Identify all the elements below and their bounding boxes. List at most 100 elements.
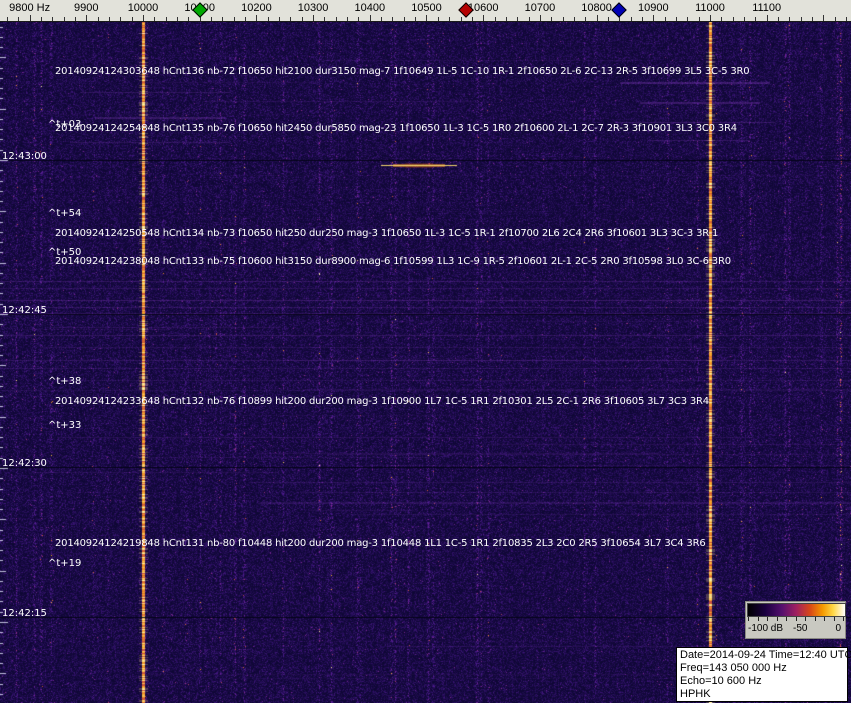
ruler-tick	[211, 17, 213, 21]
ruler-tick	[426, 15, 428, 21]
ruler-frequency-label: 10900	[638, 2, 669, 14]
ruler-tick	[120, 17, 122, 21]
ruler-tick	[29, 15, 31, 21]
ruler-tick	[97, 17, 99, 21]
ruler-frequency-label: 10000	[127, 2, 159, 14]
ruler-tick	[619, 17, 621, 21]
colorbar-tick	[824, 617, 825, 621]
ruler-tick	[585, 17, 587, 21]
info-box: Date=2014-09-24 Time=12:40 UTC Freq=143 …	[676, 647, 851, 702]
info-line-callsign: HPHK	[680, 688, 711, 700]
ruler-tick	[324, 17, 326, 21]
ruler-tick	[494, 17, 496, 21]
ruler-frequency-label: 10400	[354, 2, 386, 14]
ruler-tick	[528, 17, 530, 21]
colorbar-tick	[767, 617, 768, 621]
ruler-tick	[744, 17, 746, 21]
ruler-frequency-label: 11100	[752, 2, 782, 14]
ruler-tick	[460, 17, 462, 21]
ruler-frequency-label: 10800	[581, 2, 612, 14]
ruler-tick	[52, 17, 54, 21]
ruler-tick	[721, 17, 723, 21]
ruler-tick	[245, 17, 247, 21]
colorbar-tick	[748, 617, 749, 621]
info-line-freq: Freq=143 050 000 Hz	[680, 662, 787, 674]
marker-diamond-blue[interactable]	[611, 2, 628, 18]
colorbar-tick	[786, 617, 787, 621]
ruler-tick	[449, 17, 451, 21]
ruler-tick	[358, 17, 360, 21]
ruler-tick	[846, 17, 848, 21]
ruler-tick	[335, 17, 337, 21]
colorbar-label-max: 0	[835, 623, 841, 634]
ruler-tick	[641, 17, 643, 21]
colorbar-tick	[776, 617, 778, 621]
ruler-frequency-label: 9800 Hz	[9, 2, 51, 14]
ruler-tick	[381, 17, 383, 21]
ruler-tick	[778, 17, 780, 21]
ruler-frequency-label: 10300	[297, 2, 329, 14]
ruler-tick	[222, 17, 224, 21]
ruler-tick	[403, 17, 405, 21]
ruler-frequency-label: 10500	[411, 2, 442, 14]
ruler-tick	[664, 17, 666, 21]
ruler-tick	[131, 17, 133, 21]
colorbar-tick	[843, 617, 844, 621]
info-line-echo: Echo=10 600 Hz	[680, 675, 762, 687]
ruler-tick	[630, 17, 632, 21]
ruler-tick	[256, 15, 258, 21]
colorbar-label-mid: -50	[793, 623, 808, 634]
info-line-date: Date=2014-09-24 Time=12:40 UTC	[680, 649, 851, 661]
ruler-tick	[732, 17, 734, 21]
ruler-tick	[142, 15, 144, 21]
ruler-frequency-label: 9900	[74, 2, 99, 14]
ruler-tick	[823, 15, 825, 21]
frequency-ruler: 9800 Hz990010000101001020010300104001050…	[0, 0, 851, 22]
ruler-tick	[279, 17, 281, 21]
ruler-tick	[392, 17, 394, 21]
ruler-tick	[505, 17, 507, 21]
ruler-tick	[437, 17, 439, 21]
ruler-tick	[86, 15, 88, 21]
ruler-tick	[834, 17, 836, 21]
ruler-tick	[347, 17, 349, 21]
ruler-tick	[40, 17, 42, 21]
ruler-tick	[596, 15, 598, 21]
colorbar-tick	[795, 617, 797, 621]
ruler-tick	[165, 17, 167, 21]
ruler-tick	[766, 15, 768, 21]
ruler-tick	[539, 15, 541, 21]
ruler-tick	[698, 17, 700, 21]
ruler-tick	[63, 17, 65, 21]
ruler-tick	[653, 15, 655, 21]
ruler-tick	[709, 15, 711, 21]
ruler-tick	[517, 17, 519, 21]
ruler-tick	[233, 17, 235, 21]
ruler-tick	[6, 17, 8, 21]
ruler-tick	[607, 17, 609, 21]
ruler-tick	[415, 17, 417, 21]
ruler-tick	[812, 17, 814, 21]
ruler-tick	[562, 17, 564, 21]
ruler-tick	[18, 17, 20, 21]
colorbar-legend: -100 dB -50 0	[745, 601, 846, 639]
colorbar-label-min: -100 dB	[748, 623, 784, 634]
ruler-tick	[177, 17, 179, 21]
ruler-frequency-label: 10200	[241, 2, 272, 14]
colorbar-tick	[757, 617, 759, 621]
spectrogram-canvas	[0, 22, 851, 703]
ruler-tick	[154, 17, 156, 21]
ruler-tick	[108, 17, 110, 21]
ruler-tick	[471, 17, 473, 21]
ruler-tick	[687, 17, 689, 21]
ruler-tick	[290, 17, 292, 21]
ruler-tick	[313, 15, 315, 21]
ruler-tick	[573, 17, 575, 21]
ruler-tick	[301, 17, 303, 21]
ruler-tick	[800, 17, 802, 21]
ruler-frequency-label: 10700	[524, 2, 556, 14]
ruler-tick	[267, 17, 269, 21]
ruler-frequency-label: 11000	[695, 2, 725, 14]
ruler-tick	[483, 15, 485, 21]
ruler-tick	[675, 17, 677, 21]
